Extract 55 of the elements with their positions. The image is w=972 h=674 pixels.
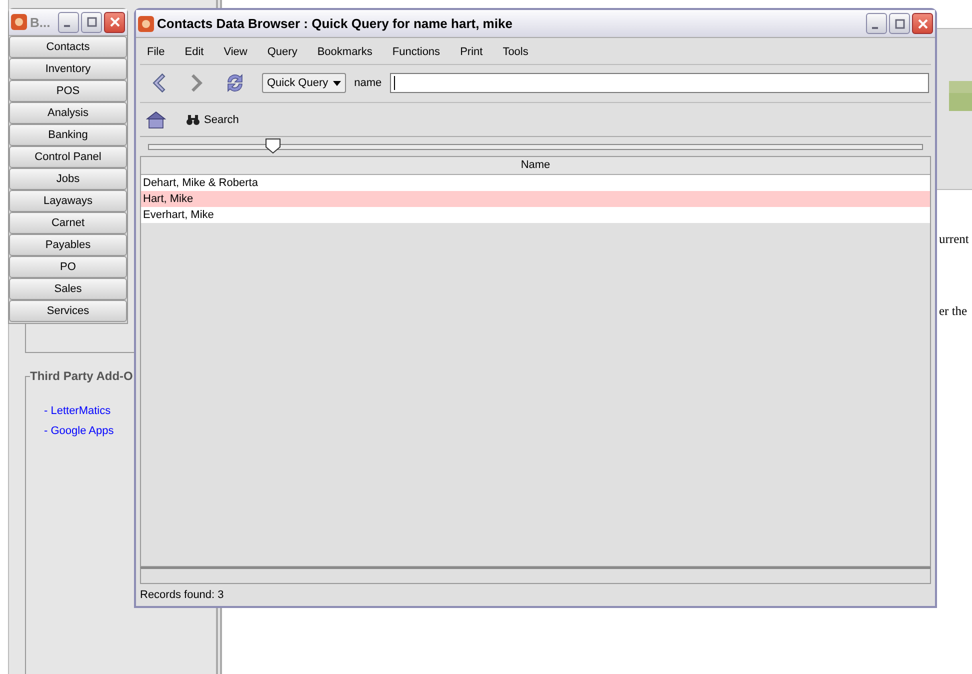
table-row[interactable]: Dehart, Mike & Roberta (141, 175, 930, 192)
close-icon (918, 18, 928, 28)
addon-link[interactable]: - Google Apps (44, 425, 114, 437)
status-text: Records found: 3 (140, 588, 225, 604)
window-title: Contacts Data Browser : Quick Query for name hart, mike (157, 16, 514, 31)
menu-item[interactable]: File (147, 46, 165, 58)
field-label: name (354, 77, 382, 90)
nav-button[interactable]: PO (9, 256, 127, 278)
menu-item[interactable]: Edit (184, 46, 204, 58)
menu-item[interactable]: Print (460, 46, 483, 58)
addon-link[interactable]: - LetterMatics (44, 405, 111, 417)
search-button[interactable]: Search (186, 114, 239, 126)
nav-button[interactable]: Jobs (9, 168, 127, 190)
home-icon[interactable] (146, 110, 166, 129)
menu-item[interactable]: Functions (392, 46, 440, 58)
menu-item[interactable]: View (224, 46, 248, 58)
nav-button[interactable]: Analysis (9, 102, 127, 124)
thumbnail-icon[interactable] (949, 81, 972, 111)
table-row[interactable]: Everhart, Mike (141, 207, 930, 224)
app-icon (138, 16, 154, 32)
query-field[interactable] (390, 73, 929, 94)
maximize-icon (894, 18, 904, 28)
minimize-button[interactable] (58, 12, 79, 32)
nav-button[interactable]: Services (9, 300, 127, 322)
maximize-button[interactable] (889, 13, 910, 34)
table-row[interactable]: Hart, Mike (141, 191, 930, 208)
page-text: er the (939, 304, 968, 319)
maximize-button[interactable] (81, 12, 102, 32)
close-button[interactable] (104, 12, 125, 32)
query-mode-dropdown[interactable]: Quick Query (262, 73, 346, 94)
nav-button[interactable]: Payables (9, 234, 127, 256)
nav-button[interactable]: Banking (9, 124, 127, 146)
menu-item[interactable]: Query (267, 46, 298, 58)
minimize-button[interactable] (866, 13, 887, 34)
nav-button[interactable]: Contacts (9, 36, 127, 58)
page-text: urrent (939, 232, 969, 247)
close-button[interactable] (912, 13, 933, 34)
nav-button[interactable]: POS (9, 80, 127, 102)
binoculars-icon (186, 114, 200, 126)
nav-button[interactable]: Control Panel (9, 146, 127, 168)
window-title: B... (30, 14, 50, 30)
minimize-icon (872, 26, 878, 28)
menu-item[interactable]: Tools (502, 46, 528, 58)
nav-button[interactable]: Inventory (9, 58, 127, 80)
nav-button[interactable]: Layaways (9, 190, 127, 212)
close-icon (110, 17, 120, 27)
caret-icon (333, 80, 342, 86)
nav-button[interactable]: Sales (9, 278, 127, 300)
nav-button[interactable]: Carnet (9, 212, 127, 234)
minimize-icon (64, 25, 70, 27)
app-icon (11, 14, 27, 30)
maximize-icon (86, 17, 96, 27)
menu-item[interactable]: Bookmarks (317, 46, 372, 58)
group-title: Third Party Add-O (30, 369, 135, 383)
column-header[interactable]: Name (141, 157, 930, 176)
